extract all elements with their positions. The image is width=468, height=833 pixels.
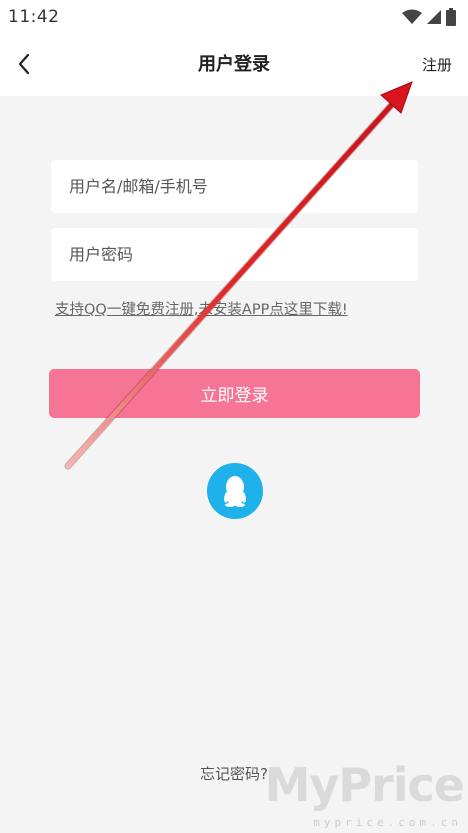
qq-register-download-link[interactable]: 支持QQ一键免费注册,未安装APP点这里下载! bbox=[55, 298, 435, 319]
qq-login-button[interactable] bbox=[207, 463, 263, 519]
register-link[interactable]: 注册 bbox=[422, 54, 452, 75]
status-time: 11:42 bbox=[8, 7, 60, 27]
login-button[interactable]: 立即登录 bbox=[49, 369, 420, 418]
username-input[interactable] bbox=[51, 160, 418, 213]
signal-icon bbox=[427, 10, 441, 24]
watermark-domain: myprice.com.cn bbox=[313, 816, 462, 829]
page-title: 用户登录 bbox=[198, 54, 270, 75]
nav-bar: 用户登录 注册 bbox=[0, 34, 468, 96]
password-input[interactable] bbox=[51, 228, 418, 281]
wifi-icon bbox=[402, 9, 422, 24]
status-icons bbox=[402, 8, 456, 26]
login-screen: 11:42 用户登录 注册 支持QQ一键免费注册,未安装APP点这里下载! 立即… bbox=[0, 0, 468, 833]
status-bar: 11:42 bbox=[0, 0, 468, 34]
battery-icon bbox=[446, 8, 456, 26]
forgot-password-link[interactable]: 忘记密码? bbox=[0, 763, 468, 784]
qq-penguin-icon bbox=[224, 476, 246, 507]
